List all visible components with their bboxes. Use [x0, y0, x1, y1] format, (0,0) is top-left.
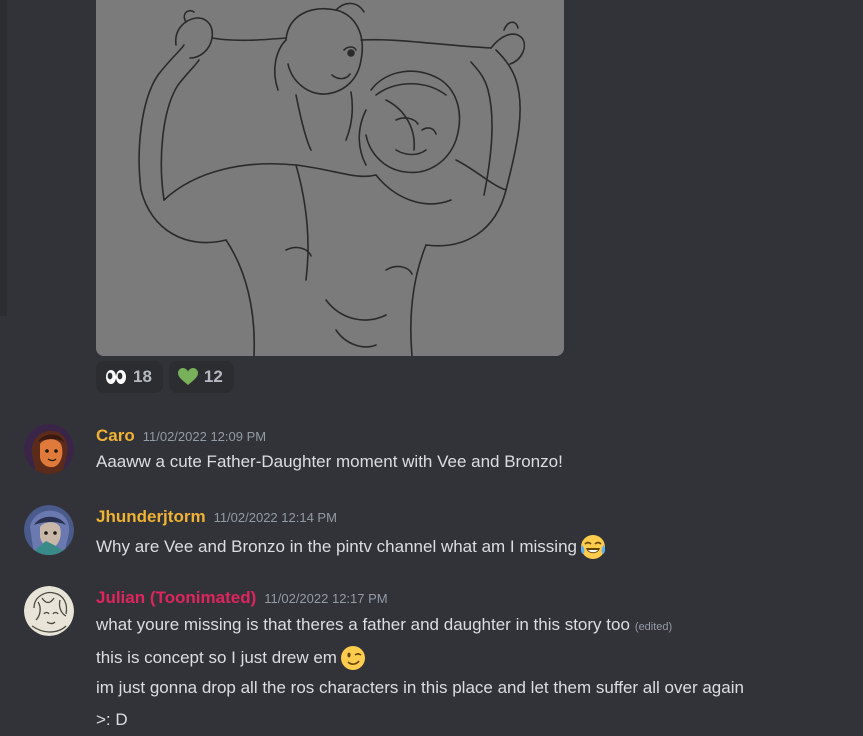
message-line: im just gonna drop all the ros character…	[96, 678, 744, 697]
reaction-green-heart[interactable]: 12	[168, 361, 234, 393]
timestamp[interactable]: 11/02/2022 12:09 PM	[143, 429, 266, 444]
avatar[interactable]	[24, 424, 74, 474]
message-text: >: D	[96, 710, 128, 730]
sketch-image	[96, 0, 564, 356]
reaction-count: 18	[133, 367, 152, 386]
username[interactable]: Caro	[96, 426, 135, 446]
message-text: what youre missing is that theres a fath…	[96, 615, 672, 635]
sidebar-edge	[0, 0, 7, 316]
image-attachment[interactable]	[96, 0, 564, 356]
avatar[interactable]	[24, 505, 74, 555]
message-text: im just gonna drop all the ros character…	[96, 678, 744, 698]
timestamp[interactable]: 11/02/2022 12:17 PM	[264, 591, 387, 606]
message-line: this is concept so I just drew em	[96, 648, 337, 667]
eyes-emoji-icon	[105, 368, 127, 386]
message-line: Why are Vee and Bronzo in the pintv chan…	[96, 537, 577, 556]
green-heart-emoji-icon	[177, 368, 198, 386]
reaction-bar: 18 12	[96, 361, 234, 393]
message-line: Aaaww a cute Father-Daughter moment with…	[96, 452, 563, 471]
message-line: what youre missing is that theres a fath…	[96, 615, 630, 634]
reaction-eyes[interactable]: 18	[96, 361, 163, 393]
username[interactable]: Julian (Toonimated)	[96, 588, 256, 608]
username[interactable]: Jhunderjtorm	[96, 507, 206, 527]
message-text: this is concept so I just drew em	[96, 644, 367, 672]
message-text: Aaaww a cute Father-Daughter moment with…	[96, 452, 563, 472]
reaction-count: 12	[203, 367, 223, 386]
edited-indicator: (edited)	[634, 620, 673, 633]
message-text: Why are Vee and Bronzo in the pintv chan…	[96, 533, 607, 561]
timestamp[interactable]: 11/02/2022 12:14 PM	[214, 510, 337, 525]
wink-emoji-icon	[339, 644, 367, 672]
chat-view: 18 12 Caro 11/02/2022 12:09 PM Aaaww a c…	[0, 0, 863, 736]
joy-emoji-icon	[579, 533, 607, 561]
message-line: >: D	[96, 710, 128, 729]
avatar[interactable]	[24, 586, 74, 636]
